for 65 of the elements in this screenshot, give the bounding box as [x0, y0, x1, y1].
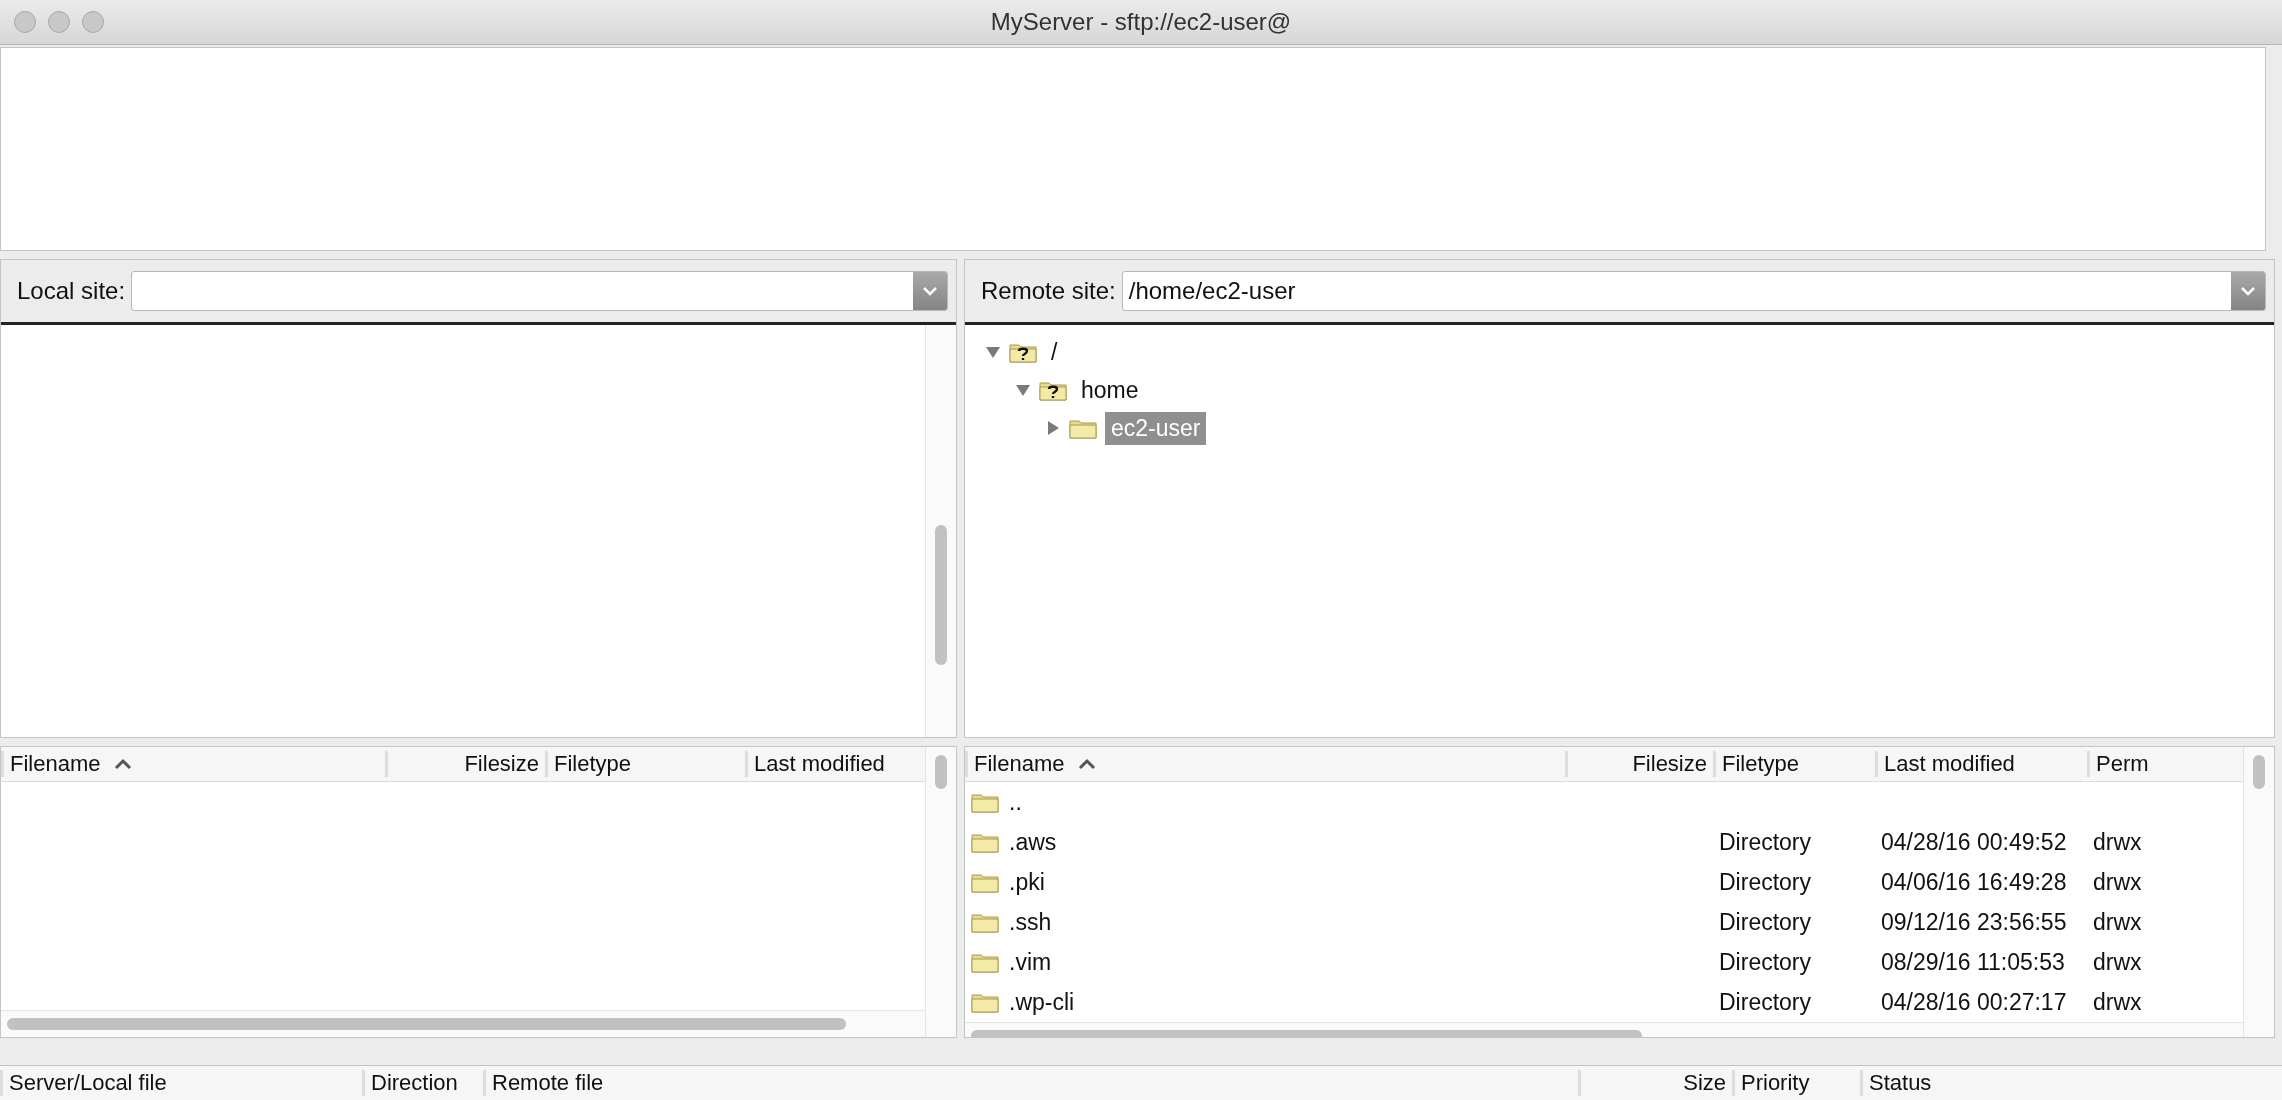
file-type: Directory [1719, 828, 1811, 856]
last-modified: 08/29/16 11:05:53 [1881, 948, 2065, 976]
expanded-arrow-icon[interactable] [985, 344, 1001, 360]
question-folder-icon [1009, 341, 1037, 363]
column-header[interactable]: Size [1578, 1070, 1732, 1096]
column-header[interactable]: Filetype [1713, 751, 1875, 777]
column-header[interactable]: Remote file [483, 1070, 1578, 1096]
question-folder-icon [1039, 379, 1067, 401]
tree-item[interactable]: home [1075, 373, 1145, 407]
close-button[interactable] [14, 11, 36, 33]
column-header[interactable]: Direction [362, 1070, 483, 1096]
folder-icon [971, 871, 999, 893]
file-type: Directory [1719, 868, 1811, 896]
folder-icon [971, 991, 999, 1013]
file-name[interactable]: .. [1009, 788, 1022, 816]
column-header[interactable]: Priority [1732, 1070, 1860, 1096]
file-name[interactable]: .wp-cli [1009, 988, 1075, 1016]
permissions: drwx [2093, 828, 2142, 856]
local-site-field[interactable] [131, 271, 948, 311]
collapsed-arrow-icon[interactable] [1045, 420, 1061, 436]
folder-icon [971, 791, 999, 813]
permissions: drwx [2093, 988, 2142, 1016]
column-header[interactable]: Filesize [385, 751, 545, 777]
tree-item[interactable]: / [1045, 335, 1064, 369]
column-header[interactable]: Filetype [545, 751, 745, 777]
last-modified: 04/28/16 00:27:17 [1881, 988, 2067, 1016]
column-header[interactable]: Filename [1, 751, 385, 777]
column-header[interactable]: Filename [965, 751, 1565, 777]
remote-site-label: Remote site: [981, 277, 1116, 305]
file-type: Directory [1719, 948, 1811, 976]
file-type: Directory [1719, 988, 1811, 1016]
sort-caret-icon [1078, 758, 1097, 770]
file-type: Directory [1719, 908, 1811, 936]
file-name[interactable]: .pki [1009, 868, 1045, 896]
column-header[interactable]: Perm [2087, 751, 2187, 777]
last-modified: 04/06/16 16:49:28 [1881, 868, 2067, 896]
permissions: drwx [2093, 948, 2142, 976]
window-title: MyServer - sftp://ec2-user@ [989, 8, 1293, 36]
minimize-button[interactable] [48, 11, 70, 33]
last-modified: 09/12/16 23:56:55 [1881, 908, 2067, 936]
column-header[interactable]: Server/Local file [0, 1070, 362, 1096]
dropdown-icon[interactable] [913, 272, 947, 310]
file-name[interactable]: .aws [1009, 828, 1057, 856]
expanded-arrow-icon[interactable] [1015, 382, 1031, 398]
sort-caret-icon [114, 758, 133, 770]
remote-site-field[interactable]: /home/ec2-user [1121, 271, 2266, 311]
last-modified: 04/28/16 00:49:52 [1881, 828, 2067, 856]
zoom-button[interactable] [82, 11, 104, 33]
scrollbar[interactable] [1, 1010, 925, 1037]
folder-icon [971, 911, 999, 933]
permissions: drwx [2093, 868, 2142, 896]
file-name[interactable]: .ssh [1009, 908, 1052, 936]
scrollbar[interactable] [2243, 747, 2274, 1037]
local-site-label: Local site: [17, 277, 126, 305]
scrollbar[interactable] [925, 325, 956, 737]
folder-icon [971, 831, 999, 853]
column-header[interactable]: Status [1860, 1070, 2060, 1096]
file-name[interactable]: .vim [1009, 948, 1052, 976]
scrollbar[interactable] [925, 747, 956, 1037]
dropdown-icon[interactable] [2231, 272, 2265, 310]
column-header[interactable]: Filesize [1565, 751, 1713, 777]
folder-icon [971, 951, 999, 973]
column-header[interactable]: Last modified [1875, 751, 2087, 777]
permissions: drwx [2093, 908, 2142, 936]
folder-icon [1069, 417, 1097, 439]
